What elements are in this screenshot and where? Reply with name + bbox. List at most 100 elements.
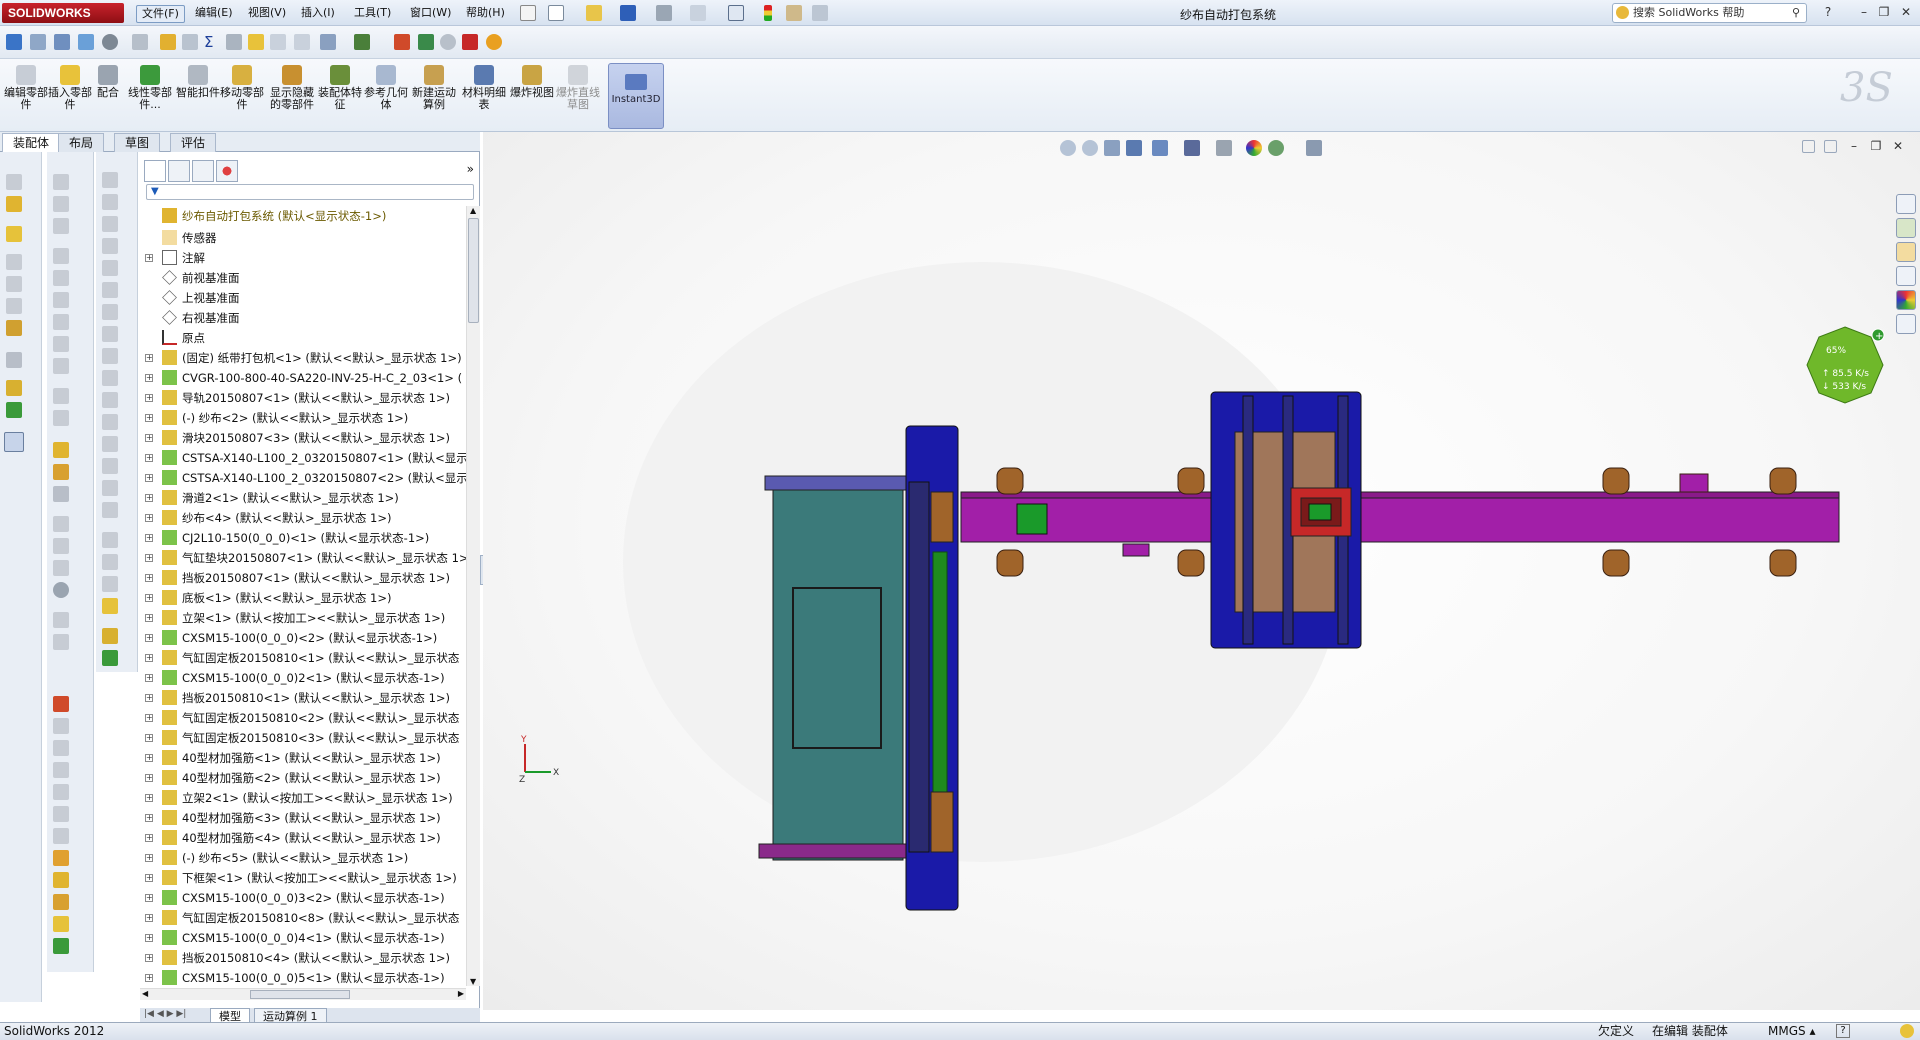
tree-node[interactable]: + (固定) 纸带打包机<1> (默认<<默认>_显示状态 1>) bbox=[140, 348, 466, 368]
tool-icon[interactable] bbox=[6, 402, 22, 418]
tree-node[interactable]: + 气缸固定板20150810<3> (默认<<默认>_显示状态 bbox=[140, 728, 466, 748]
tool-icon[interactable] bbox=[53, 270, 69, 286]
tree-node[interactable]: 原点 bbox=[140, 328, 466, 348]
tool-icon[interactable] bbox=[53, 740, 69, 756]
bill-of-materials-button[interactable]: 材料明细表 bbox=[462, 63, 506, 111]
expand-toggle-icon[interactable]: + bbox=[145, 774, 153, 782]
tree-node[interactable]: + CXSM15-100(0_0_0)2<1> (默认<显示状态-1>) bbox=[140, 668, 466, 688]
tree-node[interactable]: + 底板<1> (默认<<默认>_显示状态 1>) bbox=[140, 588, 466, 608]
network-speed-gauge[interactable]: + bbox=[1805, 325, 1885, 405]
solidworks-resources-icon[interactable] bbox=[1896, 194, 1916, 214]
assembly-features-button[interactable]: 装配体特征 bbox=[318, 63, 362, 111]
tree-node[interactable]: + 下框架<1> (默认<按加工><<默认>_显示状态 1>) bbox=[140, 868, 466, 888]
expand-toggle-icon[interactable]: + bbox=[145, 794, 153, 802]
tree-node[interactable]: +40型材加强筋<3> (默认<<默认>_显示状态 1>) bbox=[140, 808, 466, 828]
toolbar-icon-13[interactable] bbox=[294, 34, 310, 50]
tree-node[interactable]: + (-) 纱布<2> (默认<<默认>_显示状态 1>) bbox=[140, 408, 466, 428]
tree-filter-input[interactable]: ▼ bbox=[146, 184, 474, 200]
expand-toggle-icon[interactable]: + bbox=[145, 554, 153, 562]
undo-icon[interactable] bbox=[690, 5, 706, 21]
horizontal-scroll-thumb[interactable] bbox=[250, 990, 350, 999]
tool-icon[interactable] bbox=[53, 174, 69, 190]
expand-toggle-icon[interactable]: + bbox=[145, 434, 153, 442]
expand-toggle-icon[interactable]: + bbox=[145, 454, 153, 462]
tab-assembly[interactable]: 装配体 bbox=[2, 133, 61, 152]
tree-node[interactable]: + 立架<1> (默认<按加工><<默认>_显示状态 1>) bbox=[140, 608, 466, 628]
move-component-button[interactable]: 移动零部件 bbox=[220, 63, 264, 111]
expand-toggle-icon[interactable]: + bbox=[145, 654, 153, 662]
toolbar-icon-5[interactable] bbox=[102, 34, 118, 50]
expand-toggle-icon[interactable]: + bbox=[145, 354, 153, 362]
edit-appearance-icon[interactable] bbox=[1246, 140, 1262, 156]
expand-toggle-icon[interactable]: + bbox=[145, 514, 153, 522]
tool-icon[interactable] bbox=[6, 226, 22, 242]
tool-icon[interactable] bbox=[102, 304, 118, 320]
viewport-restore-icon[interactable]: ❐ bbox=[1868, 138, 1884, 154]
expand-toggle-icon[interactable]: + bbox=[145, 494, 153, 502]
expand-toggle-icon[interactable]: + bbox=[145, 894, 153, 902]
tree-node[interactable]: + CXSM15-100(0_0_0)5<1> (默认<显示状态-1>) bbox=[140, 968, 466, 986]
close-icon[interactable]: ✕ bbox=[1898, 4, 1914, 20]
expand-toggle-icon[interactable]: + bbox=[145, 854, 153, 862]
exploded-view-button[interactable]: 爆炸视图 bbox=[510, 63, 554, 99]
tool-icon[interactable] bbox=[53, 336, 69, 352]
instant3d-button[interactable]: Instant3D bbox=[608, 63, 664, 129]
tab-sketch[interactable]: 草图 bbox=[114, 133, 161, 152]
tool-icon[interactable] bbox=[53, 358, 69, 374]
spell-check-icon[interactable] bbox=[6, 34, 22, 50]
tool-icon[interactable] bbox=[6, 352, 22, 368]
section-view-icon[interactable] bbox=[1126, 140, 1142, 156]
expand-toggle-icon[interactable]: + bbox=[145, 974, 153, 982]
view-orientation-icon[interactable] bbox=[1152, 140, 1168, 156]
scroll-up-icon[interactable]: ▲ bbox=[470, 206, 476, 215]
apply-scene-icon[interactable] bbox=[1268, 140, 1284, 156]
tool-icon[interactable] bbox=[53, 718, 69, 734]
toolbar-icon-20[interactable] bbox=[486, 34, 502, 50]
tool-icon[interactable] bbox=[53, 828, 69, 844]
save-icon[interactable] bbox=[620, 5, 636, 21]
tool-icon[interactable] bbox=[6, 380, 22, 396]
tool-icon[interactable] bbox=[53, 248, 69, 264]
tool-icon[interactable] bbox=[6, 196, 22, 212]
tool-icon[interactable] bbox=[53, 894, 69, 910]
tool-icon[interactable] bbox=[53, 784, 69, 800]
options-icon[interactable] bbox=[812, 5, 828, 21]
tree-node[interactable]: +40型材加强筋<2> (默认<<默认>_显示状态 1>) bbox=[140, 768, 466, 788]
tool-icon[interactable] bbox=[6, 276, 22, 292]
sigma-icon[interactable]: Σ bbox=[204, 34, 220, 50]
smart-fasteners-button[interactable]: 智能扣件 bbox=[176, 63, 220, 99]
tree-node[interactable]: + 滑道2<1> (默认<<默认>_显示状态 1>) bbox=[140, 488, 466, 508]
expand-toggle-icon[interactable]: + bbox=[145, 414, 153, 422]
tree-node[interactable]: + 立架2<1> (默认<按加工><<默认>_显示状态 1>) bbox=[140, 788, 466, 808]
edit-component-button[interactable]: 编辑零部件 bbox=[4, 63, 48, 111]
selected-tool-icon[interactable] bbox=[4, 432, 24, 452]
expand-toggle-icon[interactable]: + bbox=[145, 674, 153, 682]
scroll-left-icon[interactable]: ◀ bbox=[142, 989, 148, 998]
menu-help[interactable]: 帮助(H) bbox=[461, 5, 510, 23]
tool-icon[interactable] bbox=[102, 392, 118, 408]
expand-toggle-icon[interactable]: + bbox=[145, 954, 153, 962]
tool-icon[interactable] bbox=[53, 464, 69, 480]
toolbar-icon-17[interactable] bbox=[418, 34, 434, 50]
pin-icon[interactable] bbox=[520, 5, 536, 21]
expand-toggle-icon[interactable]: + bbox=[145, 934, 153, 942]
scroll-thumb[interactable] bbox=[468, 218, 479, 323]
menu-edit[interactable]: 编辑(E) bbox=[190, 5, 238, 23]
display-manager-tab-icon[interactable] bbox=[216, 160, 238, 182]
tree-node[interactable]: +40型材加强筋<4> (默认<<默认>_显示状态 1>) bbox=[140, 828, 466, 848]
tree-node[interactable]: + 挡板20150807<1> (默认<<默认>_显示状态 1>) bbox=[140, 568, 466, 588]
tree-node[interactable]: + (-) 纱布<5> (默认<<默认>_显示状态 1>) bbox=[140, 848, 466, 868]
expand-toggle-icon[interactable]: + bbox=[145, 754, 153, 762]
tree-node[interactable]: + 气缸固定板20150810<2> (默认<<默认>_显示状态 bbox=[140, 708, 466, 728]
tree-node[interactable]: + 导轨20150807<1> (默认<<默认>_显示状态 1>) bbox=[140, 388, 466, 408]
tool-icon[interactable] bbox=[53, 442, 69, 458]
expand-toggle-icon[interactable]: + bbox=[145, 694, 153, 702]
warning-icon[interactable] bbox=[248, 34, 264, 50]
tool-icon[interactable] bbox=[53, 516, 69, 532]
configuration-manager-tab-icon[interactable] bbox=[192, 160, 214, 182]
rebuild-traffic-light-icon[interactable] bbox=[764, 5, 772, 21]
tool-icon[interactable] bbox=[102, 260, 118, 276]
tool-icon[interactable] bbox=[102, 216, 118, 232]
viewport-tile-icon[interactable] bbox=[1802, 140, 1815, 153]
tree-node[interactable]: + CJ2L10-150(0_0_0)<1> (默认<显示状态-1>) bbox=[140, 528, 466, 548]
